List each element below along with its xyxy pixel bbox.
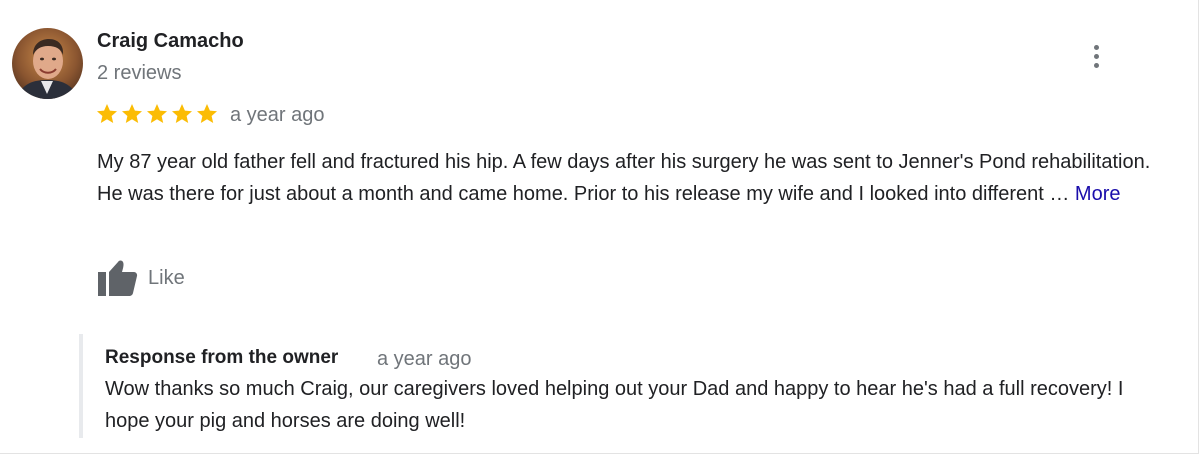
owner-response: Response from the owner a year ago Wow t… — [79, 334, 1163, 438]
thumbs-up-icon — [98, 260, 138, 296]
response-time: a year ago — [377, 348, 472, 370]
more-dot — [1093, 53, 1099, 59]
star-icon — [147, 104, 167, 123]
star-icon — [197, 104, 217, 123]
more-dot — [1093, 62, 1099, 68]
more-dot — [1093, 44, 1099, 50]
review-text: My 87 year old father fell and fractured… — [97, 147, 1157, 210]
response-title: Response from the owner — [105, 347, 339, 368]
star-rating — [95, 102, 219, 126]
more-vert-icon[interactable] — [1084, 40, 1108, 72]
like-button[interactable]: Like — [96, 258, 185, 298]
star-icon — [97, 104, 117, 123]
star-icon — [122, 104, 142, 123]
review-count[interactable]: 2 reviews — [97, 62, 181, 85]
star-icon — [172, 104, 192, 123]
review-time: a year ago — [230, 104, 325, 126]
avatar[interactable] — [12, 28, 83, 99]
review-body: My 87 year old father fell and fractured… — [97, 151, 1151, 205]
reviewer-name[interactable]: Craig Camacho — [97, 30, 244, 53]
response-text: Wow thanks so much Craig, our caregivers… — [105, 378, 1124, 432]
more-link[interactable]: More — [1075, 183, 1121, 205]
like-label: Like — [148, 266, 185, 289]
review-card: Craig Camacho 2 reviews a year ago My 87… — [0, 0, 1199, 454]
